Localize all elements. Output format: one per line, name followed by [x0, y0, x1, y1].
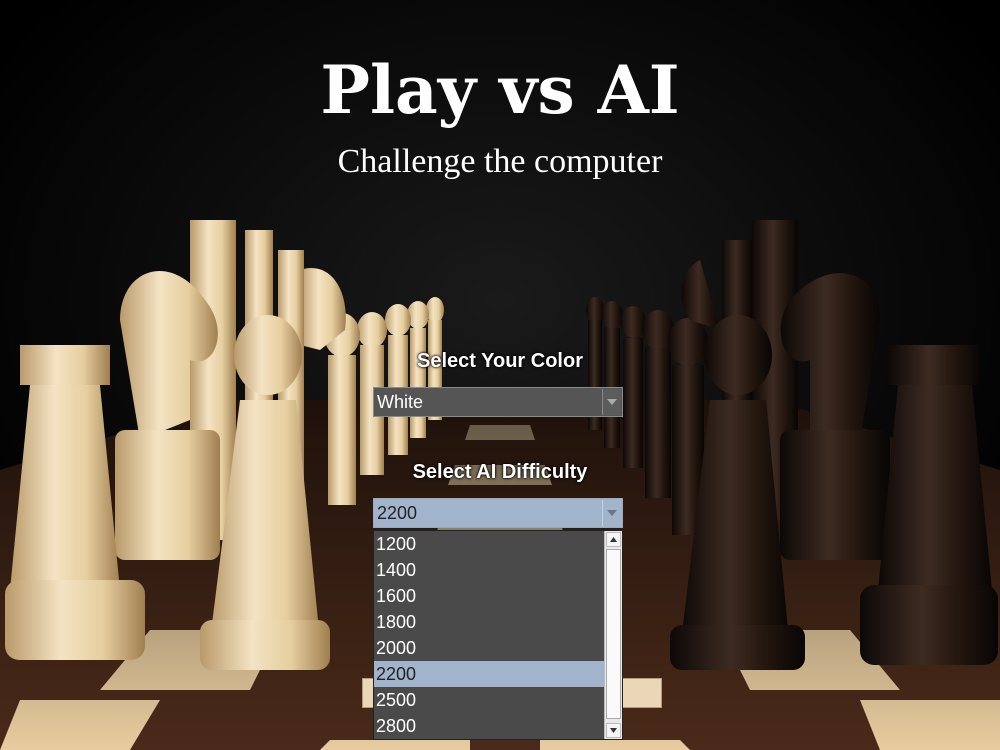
difficulty-option[interactable]: 2800 — [374, 713, 606, 739]
difficulty-option[interactable]: 2500 — [374, 687, 606, 713]
difficulty-option[interactable]: 1800 — [374, 609, 606, 635]
start-button-edge-right[interactable] — [620, 678, 662, 708]
difficulty-option[interactable]: 1400 — [374, 557, 606, 583]
difficulty-option[interactable]: 1600 — [374, 583, 606, 609]
scroll-down-icon[interactable] — [606, 723, 621, 738]
page-subtitle: Challenge the computer — [337, 143, 663, 180]
color-select[interactable]: White — [373, 387, 623, 417]
color-select-value: White — [377, 392, 424, 412]
scroll-up-icon[interactable] — [606, 532, 621, 547]
chevron-down-icon[interactable] — [602, 500, 621, 526]
scrollbar[interactable] — [604, 531, 622, 739]
chevron-down-icon[interactable] — [602, 389, 621, 415]
difficulty-select[interactable]: 2200 — [373, 498, 623, 528]
scrollbar-thumb[interactable] — [606, 549, 621, 719]
difficulty-option[interactable]: 2200 — [374, 661, 606, 687]
difficulty-dropdown-list[interactable]: 1200 1400 1600 1800 2000 2200 2500 2800 — [373, 530, 623, 740]
difficulty-option[interactable]: 1200 — [374, 531, 606, 557]
difficulty-option[interactable]: 2000 — [374, 635, 606, 661]
difficulty-select-value: 2200 — [377, 503, 418, 523]
color-select-label: Select Your Color — [417, 350, 583, 372]
page-title: Play vs AI — [320, 51, 680, 129]
difficulty-select-label: Select AI Difficulty — [412, 461, 588, 483]
